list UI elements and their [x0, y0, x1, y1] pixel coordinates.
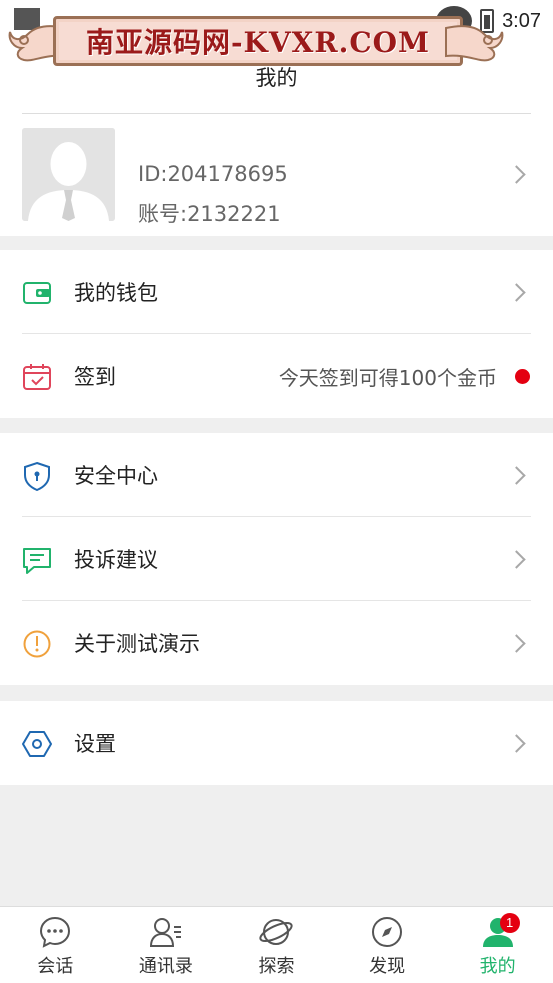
menu-group-account: 我的钱包 签到 今天签到可得100个金币: [0, 250, 553, 418]
shield-icon: [24, 461, 50, 491]
tab-badge: 1: [499, 913, 520, 933]
checkin-label: 签到: [74, 365, 116, 389]
chevron-right-icon: [507, 550, 526, 569]
planet-icon: [259, 919, 294, 945]
hexagon-icon: [22, 731, 52, 757]
ornament-right-icon: [445, 25, 504, 62]
profile-card[interactable]: ID:204178695 账号:2132221: [0, 114, 553, 236]
info-icon: [23, 630, 51, 658]
tab-label: 发现: [369, 956, 406, 977]
menu-group-support: 安全中心 投诉建议 关于测试演示: [0, 433, 553, 685]
message-icon: [23, 548, 51, 574]
chevron-right-icon: [507, 466, 526, 485]
chevron-right-icon: [507, 634, 526, 653]
chevron-right-icon: [507, 283, 526, 302]
avatar[interactable]: [22, 128, 115, 221]
user-id: ID:204178695: [138, 162, 288, 186]
wallet-icon: [23, 282, 51, 304]
tab-explore[interactable]: 探索: [221, 907, 332, 983]
tab-me[interactable]: 1 我的: [442, 907, 553, 983]
menu-item-checkin[interactable]: 签到 今天签到可得100个金币: [0, 334, 553, 418]
security-label: 安全中心: [74, 464, 158, 488]
tab-chat[interactable]: 会话: [0, 907, 111, 983]
menu-item-feedback[interactable]: 投诉建议: [0, 517, 553, 601]
settings-label: 设置: [74, 732, 116, 756]
menu-item-settings[interactable]: 设置: [0, 701, 553, 785]
tab-discover[interactable]: 发现: [332, 907, 443, 983]
tab-label: 通讯录: [138, 956, 193, 977]
watermark-banner: 南亚源码网-KVXR.COM: [8, 10, 504, 72]
contacts-icon: [149, 918, 181, 947]
menu-item-wallet[interactable]: 我的钱包: [0, 250, 553, 334]
menu-group-settings: 设置: [0, 701, 553, 785]
wallet-label: 我的钱包: [74, 281, 158, 305]
chevron-right-icon: [507, 734, 526, 753]
tab-label: 探索: [258, 956, 295, 977]
tab-label: 我的: [479, 956, 516, 977]
status-time: 3:07: [502, 9, 541, 32]
watermark-text: 南亚源码网-KVXR.COM: [85, 26, 431, 59]
default-avatar-icon: [22, 128, 115, 221]
checkin-reward-text: 今天签到可得100个金币: [278, 366, 497, 390]
unread-dot: [515, 369, 530, 384]
compass-icon: [372, 917, 403, 947]
menu-item-about[interactable]: 关于测试演示: [0, 601, 553, 685]
chat-icon: [40, 916, 71, 948]
user-account: 账号:2132221: [138, 202, 281, 226]
menu-item-security[interactable]: 安全中心: [0, 433, 553, 517]
tab-contacts[interactable]: 通讯录: [111, 907, 222, 983]
about-label: 关于测试演示: [74, 632, 200, 656]
calendar-icon: [23, 364, 51, 390]
bottom-tab-bar: 会话 通讯录 探索 发现 1 我的: [0, 906, 553, 983]
feedback-label: 投诉建议: [74, 548, 158, 572]
tab-label: 会话: [37, 956, 74, 977]
chevron-right-icon: [507, 165, 526, 184]
watermark-plate: 南亚源码网-KVXR.COM: [53, 16, 463, 66]
